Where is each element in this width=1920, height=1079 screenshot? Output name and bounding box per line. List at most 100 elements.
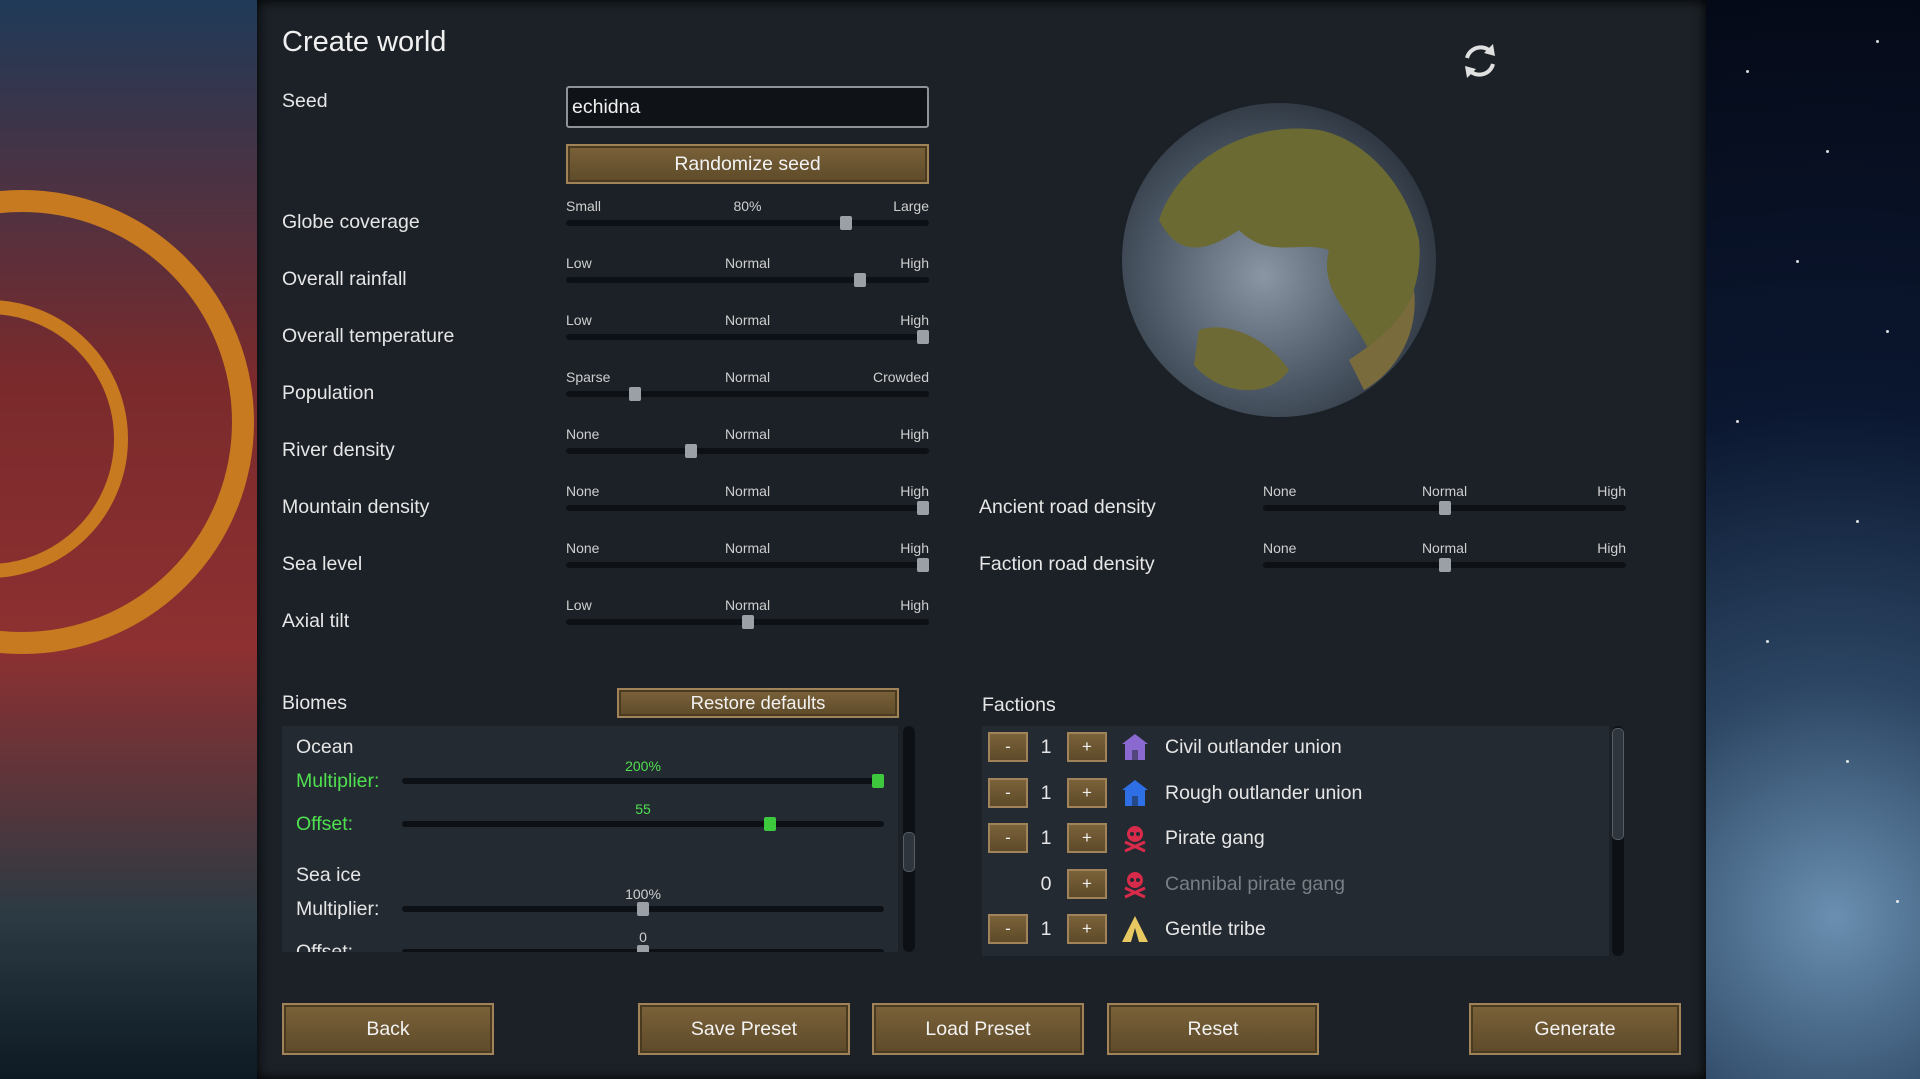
reset-button[interactable]: Reset [1107,1003,1319,1055]
slider-row: River density None Normal High [257,426,1706,476]
slider-max-label: High [1597,540,1626,556]
slider-handle[interactable] [839,216,852,230]
slider-handle[interactable] [853,273,866,287]
skull-icon [1120,869,1150,899]
star-decoration [1846,760,1849,763]
create-world-panel: Create world Seed Randomize seed Globe c… [257,0,1706,1079]
left-background-art [0,0,257,1079]
biomes-scroll-thumb[interactable] [903,832,915,872]
house-icon [1120,732,1150,762]
biome-multiplier-handle[interactable] [637,902,649,916]
faction-increase-button[interactable]: + [1067,732,1107,762]
slider-handle[interactable] [685,444,698,458]
slider-handle[interactable] [629,387,642,401]
seed-input[interactable] [566,86,929,128]
slider-label: Axial tilt [282,610,350,632]
biome-multiplier-handle[interactable] [872,774,884,788]
slider-track[interactable] [566,391,929,397]
faction-name: Gentle tribe [1165,918,1266,940]
slider-track[interactable] [566,277,929,283]
faction-increase-button[interactable]: + [1067,823,1107,853]
star-decoration [1746,70,1749,73]
house-icon [1120,778,1150,808]
star-decoration [1736,420,1739,423]
save-preset-button[interactable]: Save Preset [638,1003,850,1055]
slider-label: Faction road density [979,553,1155,575]
faction-count: 1 [1040,827,1052,849]
slider-handle[interactable] [917,330,929,344]
slider-row: Population Sparse Normal Crowded [257,369,1706,419]
slider-label: Globe coverage [282,211,420,233]
factions-scrollbar[interactable] [1612,726,1624,956]
faction-count: 1 [1040,781,1052,804]
faction-increase-button[interactable]: + [1067,868,1107,899]
seed-label: Seed [282,90,328,112]
back-button[interactable]: Back [282,1003,494,1055]
biome-offset-label: Offset: [296,813,354,835]
generate-button[interactable]: Generate [1469,1003,1681,1055]
slider-row: Globe coverage Small 80% Large [257,198,1706,248]
slider-max-label: High [1597,483,1626,499]
biomes-scrollbar[interactable] [903,726,915,952]
factions-label: Factions [982,694,1056,716]
slider-track[interactable] [566,448,929,454]
biome-offset-track[interactable] [402,821,884,827]
restore-defaults-button[interactable]: Restore defaults [617,688,899,718]
faction-count: 0 [1040,872,1052,895]
slider-row: Overall rainfall Low Normal High [257,255,1706,305]
biome-offset-value: 55 [635,801,651,817]
slider-row: Ancient road density None Normal High [257,483,1706,533]
faction-decrease-button[interactable]: - [988,777,1028,808]
star-decoration [1826,150,1829,153]
biome-name: Ocean [296,736,354,758]
biome-multiplier-value: 200% [625,758,661,774]
load-preset-button[interactable]: Load Preset [872,1003,1084,1055]
faction-decrease-button[interactable]: - [988,732,1028,762]
page-title: Create world [282,26,447,58]
slider-label: Ancient road density [979,496,1156,518]
biome-offset-handle[interactable] [637,945,649,952]
factions-list: -1 + Civil outlander union -1 + Rough outland… [982,726,1609,956]
slider-track[interactable] [566,334,929,340]
faction-name: Civil outlander union [1165,736,1342,758]
refresh-globe-icon[interactable] [1457,38,1503,84]
biome-multiplier-track[interactable] [402,778,884,784]
faction-increase-button[interactable]: + [1067,914,1107,944]
biomes-label: Biomes [282,692,348,714]
biome-multiplier-label: Multiplier: [296,898,380,920]
biome-offset-handle[interactable] [763,817,776,831]
factions-scroll-thumb[interactable] [1612,728,1624,840]
biome-name: Sea ice [296,864,362,886]
faction-increase-button[interactable]: + [1067,777,1107,808]
slider-handle[interactable] [1438,558,1451,572]
right-space-background [1706,0,1920,1079]
slider-label: Overall temperature [282,325,455,347]
star-decoration [1796,260,1799,263]
faction-decrease-button[interactable]: - [988,823,1028,853]
biome-offset-label: Offset: [296,941,354,952]
faction-count: 1 [1040,918,1052,940]
star-decoration [1876,40,1879,43]
faction-decrease-button[interactable]: - [988,914,1028,944]
slider-handle[interactable] [741,615,754,629]
slider-row: Overall temperature Low Normal High [257,312,1706,362]
faction-name: Pirate gang [1165,827,1265,849]
biomes-list: Ocean Multiplier: 200% Offset: 55 Sea ice Mult… [282,726,898,952]
slider-max-label: High [900,426,929,442]
slider-max-label: Crowded [872,369,929,385]
slider-track[interactable] [566,220,929,226]
faction-count: 1 [1040,736,1052,758]
slider-max-label: Large [893,198,929,214]
slider-label: Population [282,382,375,404]
biome-multiplier-value: 100% [625,886,661,902]
slider-label: Overall rainfall [282,268,407,290]
skull-icon [1120,823,1150,853]
slider-row: Axial tilt Low Normal High [257,597,1706,647]
star-decoration [1886,330,1889,333]
slider-label: River density [282,439,395,461]
randomize-seed-button[interactable]: Randomize seed [566,144,929,184]
slider-handle[interactable] [1438,501,1451,515]
biome-offset-value: 0 [639,929,647,945]
star-decoration [1896,900,1899,903]
faction-name: Rough outlander union [1165,781,1363,804]
